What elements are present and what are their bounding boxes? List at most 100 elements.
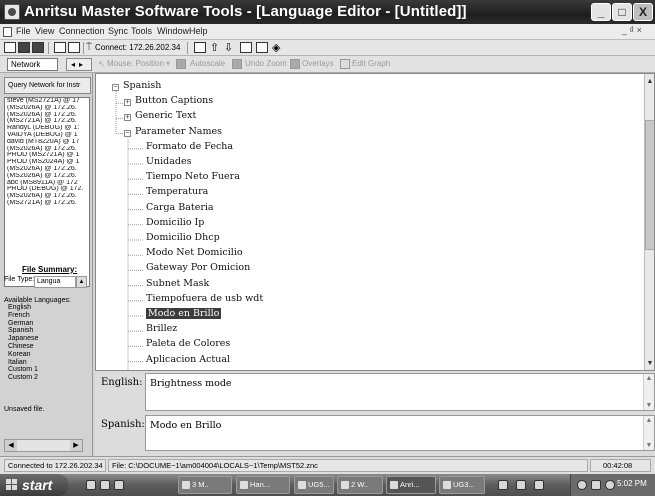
connection-item[interactable]: (MS2026A) @ 172.26. bbox=[5, 193, 89, 200]
list-icon[interactable] bbox=[240, 42, 252, 53]
left-horizontal-scrollbar[interactable]: ◀ ▶ bbox=[4, 439, 83, 452]
task-button-ug3[interactable]: UG3... bbox=[439, 476, 485, 494]
connection-item[interactable]: (MS2721A) @ 172.26. bbox=[5, 200, 89, 207]
edit-graph-label[interactable]: Edit Graph bbox=[352, 59, 390, 68]
edit-graph-checkbox[interactable] bbox=[340, 59, 350, 69]
task-button-3m[interactable]: 3 M.. bbox=[178, 476, 232, 494]
quicklaunch-icon[interactable] bbox=[86, 480, 96, 490]
tree-item[interactable]: Formato de Fecha bbox=[146, 141, 233, 152]
language-tree[interactable]: − Spanish + Button Captions + Generic Text − Pa… bbox=[95, 73, 655, 371]
connection-item[interactable]: steve (MS2721A) @ 17 bbox=[5, 98, 89, 105]
tray-app-icon[interactable] bbox=[516, 480, 526, 490]
task-button-ug5[interactable]: UG5... bbox=[294, 476, 334, 494]
expand-icon[interactable]: + bbox=[124, 114, 131, 122]
connection-item[interactable]: (MS2026A) @ 172.26. bbox=[5, 173, 89, 180]
scroll-down-icon[interactable]: ▼ bbox=[644, 402, 654, 409]
undo-zoom-button[interactable]: Undo Zoom bbox=[245, 59, 287, 68]
connection-item[interactable]: RandyL (DEBUG) @ 1: bbox=[5, 125, 89, 132]
spanish-text-field[interactable]: Modo en Brillo ▲ ▼ bbox=[145, 415, 655, 451]
autoscale-icon[interactable] bbox=[176, 59, 186, 69]
menu-tools[interactable]: Tools bbox=[131, 26, 152, 36]
tree-item[interactable]: Domicilio Ip bbox=[146, 217, 204, 228]
connect-icon[interactable]: ⍑ bbox=[86, 42, 94, 53]
panel-nav-arrows[interactable]: ◂▸ bbox=[66, 58, 92, 71]
start-button[interactable]: start bbox=[0, 474, 68, 496]
scroll-up-icon[interactable]: ▲ bbox=[644, 375, 654, 382]
tree-item[interactable]: Aplicacion Actual bbox=[146, 354, 230, 365]
dropdown-arrow-icon[interactable]: ▾ bbox=[166, 59, 170, 68]
quicklaunch-icon[interactable] bbox=[114, 480, 124, 490]
menu-window[interactable]: Window bbox=[157, 26, 189, 36]
network-tray-icon[interactable] bbox=[577, 480, 587, 490]
task-button-2w[interactable]: 2 W.. bbox=[337, 476, 383, 494]
menu-sync[interactable]: Sync bbox=[108, 26, 128, 36]
tree-item[interactable]: Temperatura bbox=[146, 186, 208, 197]
security-tray-icon[interactable] bbox=[605, 480, 615, 490]
connection-item[interactable]: (MS2026A) @ 172.26. bbox=[5, 112, 89, 119]
mouse-position-label[interactable]: Mouse: Position bbox=[107, 59, 164, 68]
print-icon[interactable] bbox=[68, 42, 80, 53]
connect-label[interactable]: Connect: 172.26.202.34 bbox=[95, 43, 180, 52]
tree-group[interactable]: Generic Text bbox=[135, 110, 196, 121]
tree-group[interactable]: Button Captions bbox=[135, 95, 213, 106]
tree-item[interactable]: Subnet Mask bbox=[146, 278, 209, 289]
spanish-scrollbar[interactable]: ▲ ▼ bbox=[643, 416, 654, 450]
overlays-button[interactable]: Overlays bbox=[302, 59, 334, 68]
eraser-icon[interactable]: ◈ bbox=[272, 41, 280, 54]
tree-item[interactable]: Modo Net Domicilio bbox=[146, 247, 243, 258]
tree-item[interactable]: Tiempofuera de usb wdt bbox=[146, 293, 263, 304]
connection-item[interactable]: david (MT8220A) @ 17 bbox=[5, 139, 89, 146]
download-icon[interactable]: ⇩ bbox=[224, 41, 233, 54]
expand-icon[interactable]: + bbox=[124, 99, 131, 107]
tree-item[interactable]: Brillez bbox=[146, 323, 177, 334]
tree-item[interactable]: Unidades bbox=[146, 156, 192, 167]
autoscale-button[interactable]: Autoscale bbox=[190, 59, 225, 68]
mdi-controls[interactable]: _ ₫ × bbox=[622, 25, 642, 35]
connection-item[interactable]: PROD (DEBUG) @ 172. bbox=[5, 186, 89, 193]
scroll-right-icon[interactable]: ▶ bbox=[70, 440, 82, 451]
refresh-icon[interactable] bbox=[194, 42, 206, 53]
menu-help[interactable]: Help bbox=[189, 26, 208, 36]
scroll-thumb[interactable] bbox=[645, 120, 654, 250]
scroll-down-icon[interactable]: ▼ bbox=[644, 442, 654, 449]
menu-file[interactable]: File bbox=[16, 26, 31, 36]
quicklaunch-icon[interactable] bbox=[100, 480, 110, 490]
capture-icon[interactable] bbox=[256, 42, 268, 53]
save-icon[interactable] bbox=[18, 42, 30, 53]
close-button[interactable]: X bbox=[633, 3, 653, 21]
tree-item[interactable]: Gateway Por Omicion bbox=[146, 262, 250, 273]
tree-item[interactable]: Carga Bateria bbox=[146, 202, 214, 213]
scroll-left-icon[interactable]: ◀ bbox=[5, 440, 17, 451]
tree-group[interactable]: Parameter Names bbox=[135, 126, 222, 137]
connection-list[interactable]: steve (MS2721A) @ 17 (MS2026A) @ 172.26.(… bbox=[4, 97, 90, 287]
tray-app-icon[interactable] bbox=[534, 480, 544, 490]
tree-vertical-scrollbar[interactable]: ▲ ▼ bbox=[644, 74, 654, 370]
document-icon[interactable] bbox=[3, 27, 12, 37]
copy-icon[interactable] bbox=[32, 42, 44, 53]
scroll-up-icon[interactable]: ▲ bbox=[76, 276, 87, 288]
scroll-down-icon[interactable]: ▼ bbox=[645, 358, 654, 369]
connection-item[interactable]: (MS2026A) @ 172.26. bbox=[5, 105, 89, 112]
connection-item[interactable]: PROD (MS2721A) @ 1 bbox=[5, 152, 89, 159]
connection-item[interactable]: abc (MS8911A) @ 172 bbox=[5, 180, 89, 187]
scroll-up-icon[interactable]: ▲ bbox=[644, 417, 654, 424]
print-preview-icon[interactable] bbox=[54, 42, 66, 53]
task-button-han[interactable]: Han... bbox=[236, 476, 290, 494]
tree-item-selected[interactable]: Modo en Brillo bbox=[146, 308, 222, 319]
task-button-anritsu[interactable]: Anri... bbox=[386, 476, 436, 494]
tree-item[interactable]: Paleta de Colores bbox=[146, 338, 230, 349]
connection-item[interactable]: VAIDYA (DEBUG) @ 1 bbox=[5, 132, 89, 139]
english-scrollbar[interactable]: ▲ ▼ bbox=[643, 374, 654, 410]
undo-zoom-icon[interactable] bbox=[232, 59, 242, 69]
tray-app-icon[interactable] bbox=[498, 480, 508, 490]
tree-item[interactable]: Tiempo Neto Fuera bbox=[146, 171, 240, 182]
connection-item[interactable]: (MS2026A) @ 172.26. bbox=[5, 146, 89, 153]
minimize-button[interactable]: _ bbox=[591, 3, 611, 21]
tree-root-spanish[interactable]: Spanish bbox=[123, 80, 161, 91]
scroll-up-icon[interactable]: ▲ bbox=[645, 76, 654, 87]
tree-item[interactable]: Domicilio Dhcp bbox=[146, 232, 220, 243]
query-network-button[interactable]: Query Network for Instr bbox=[4, 77, 91, 94]
open-icon[interactable] bbox=[4, 42, 16, 53]
connection-item[interactable]: (MS2721A) @ 172.26. bbox=[5, 118, 89, 125]
volume-tray-icon[interactable] bbox=[591, 480, 601, 490]
